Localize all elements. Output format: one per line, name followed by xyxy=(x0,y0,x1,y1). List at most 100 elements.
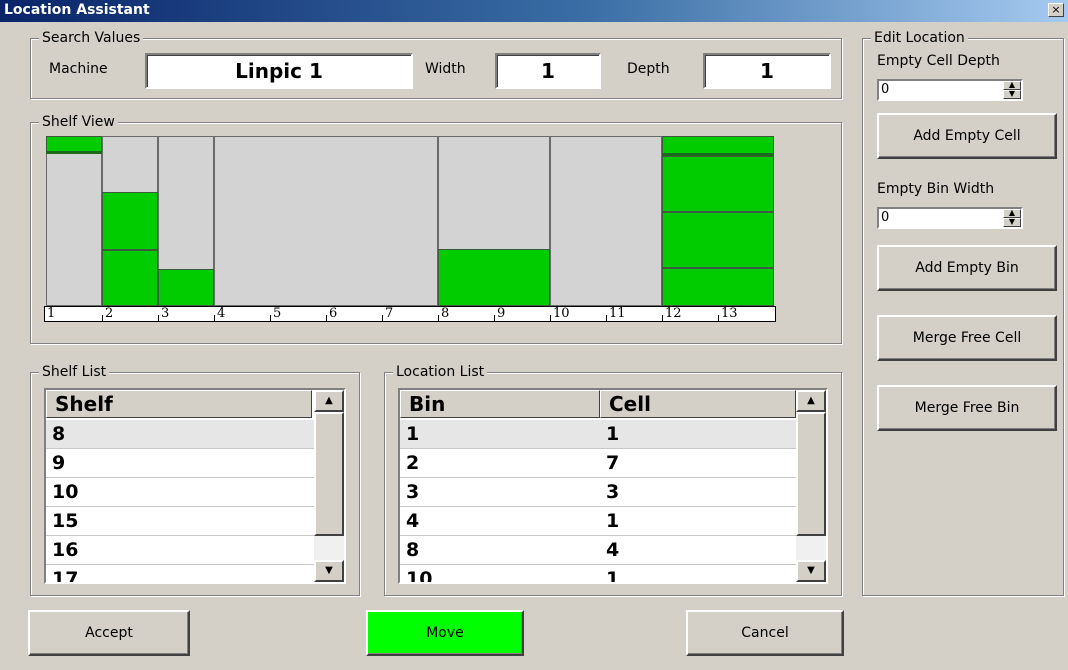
list-item[interactable]: 17 xyxy=(46,565,314,584)
axis-label: 3 xyxy=(161,306,170,321)
occupied-cell[interactable] xyxy=(158,269,214,306)
empty-bin-width-value: 0 xyxy=(881,210,890,225)
bin-cell: 1 xyxy=(406,423,420,445)
spin-down-icon[interactable]: ▼ xyxy=(1003,218,1021,227)
shelf-slot-4-7[interactable] xyxy=(214,136,438,306)
title-bar: Location Assistant × xyxy=(0,0,1068,22)
list-item[interactable]: 9 xyxy=(46,449,314,478)
machine-label: Machine xyxy=(49,61,108,77)
axis-label: 9 xyxy=(497,306,506,321)
axis-tick xyxy=(326,315,327,321)
location-list-legend: Location List xyxy=(393,363,488,381)
scroll-up-icon[interactable]: ▲ xyxy=(796,390,826,412)
move-button[interactable]: Move xyxy=(366,610,524,656)
table-row[interactable]: 4 1 xyxy=(400,507,796,536)
scroll-thumb[interactable] xyxy=(314,412,344,536)
bin-cell: 8 xyxy=(406,539,420,561)
shelf-view-legend: Shelf View xyxy=(39,113,118,131)
bin-cell: 3 xyxy=(406,481,420,503)
shelf-view-canvas[interactable] xyxy=(46,136,774,306)
bin-cell: 4 xyxy=(406,510,420,532)
empty-bin-width-spinner[interactable]: 0 ▲ ▼ xyxy=(877,207,1023,229)
axis-label: 11 xyxy=(609,306,626,321)
table-row[interactable]: 2 7 xyxy=(400,449,796,478)
bin-cell: 2 xyxy=(406,452,420,474)
shelf-cell: 16 xyxy=(52,539,79,561)
axis-tick xyxy=(382,315,383,321)
cell-cell: 4 xyxy=(606,539,620,561)
list-item[interactable]: 10 xyxy=(46,478,314,507)
table-row[interactable]: 1 1 xyxy=(400,420,796,449)
shelf-cell: 9 xyxy=(52,452,66,474)
axis-tick xyxy=(214,315,215,321)
empty-cell-depth-value: 0 xyxy=(881,82,890,97)
occupied-cell[interactable] xyxy=(102,192,158,250)
axis-label: 5 xyxy=(273,306,282,321)
axis-label: 2 xyxy=(105,306,114,321)
table-row[interactable]: 10 1 xyxy=(400,565,796,584)
shelf-cell: 8 xyxy=(52,423,66,445)
depth-field[interactable]: 1 xyxy=(703,53,831,89)
cell-cell: 1 xyxy=(606,568,620,584)
depth-label: Depth xyxy=(627,61,670,77)
width-field[interactable]: 1 xyxy=(495,53,601,89)
search-values-group: Search Values Machine Linpic 1 Width 1 D… xyxy=(30,29,842,99)
scroll-down-icon[interactable]: ▼ xyxy=(314,560,344,582)
cell-cell: 1 xyxy=(606,423,620,445)
occupied-cell[interactable] xyxy=(662,268,774,306)
shelf-list-scrollbar[interactable]: ▲ ▼ xyxy=(314,390,344,582)
occupied-cell[interactable] xyxy=(662,136,774,156)
scroll-down-icon[interactable]: ▼ xyxy=(796,560,826,582)
list-item[interactable]: 16 xyxy=(46,536,314,565)
location-list-scrollbar[interactable]: ▲ ▼ xyxy=(796,390,826,582)
cell-cell: 1 xyxy=(606,510,620,532)
occupied-cell[interactable] xyxy=(102,250,158,306)
close-icon[interactable]: × xyxy=(1048,3,1064,17)
scroll-up-icon[interactable]: ▲ xyxy=(314,390,344,412)
shelf-list-legend: Shelf List xyxy=(39,363,110,381)
empty-cell-depth-spinner[interactable]: 0 ▲ ▼ xyxy=(877,79,1023,101)
search-values-legend: Search Values xyxy=(39,29,144,47)
spin-down-icon[interactable]: ▼ xyxy=(1003,90,1021,99)
add-empty-cell-button[interactable]: Add Empty Cell xyxy=(877,113,1057,159)
shelf-list-grid[interactable]: Shelf 8 9 10 15 16 17 ▲ ▼ xyxy=(44,388,346,584)
cell-cell: 3 xyxy=(606,481,620,503)
edit-location-legend: Edit Location xyxy=(871,29,968,47)
axis-tick xyxy=(158,315,159,321)
axis-label: 7 xyxy=(385,306,394,321)
list-item[interactable]: 8 xyxy=(46,420,314,449)
occupied-cell[interactable] xyxy=(662,156,774,212)
shelf-slot-1[interactable] xyxy=(46,136,102,306)
table-row[interactable]: 3 3 xyxy=(400,478,796,507)
merge-free-bin-button[interactable]: Merge Free Bin xyxy=(877,385,1057,431)
merge-free-cell-button[interactable]: Merge Free Cell xyxy=(877,315,1057,361)
width-label: Width xyxy=(425,61,466,77)
bin-column-header[interactable]: Bin xyxy=(400,390,600,418)
axis-tick xyxy=(494,315,495,321)
shelf-column-header[interactable]: Shelf xyxy=(46,390,312,418)
scroll-thumb[interactable] xyxy=(796,412,826,536)
table-row[interactable]: 8 4 xyxy=(400,536,796,565)
machine-field[interactable]: Linpic 1 xyxy=(145,53,413,89)
cancel-button[interactable]: Cancel xyxy=(686,610,844,656)
occupied-cell[interactable] xyxy=(46,136,102,154)
shelf-cell: 15 xyxy=(52,510,79,532)
window-title: Location Assistant xyxy=(4,2,150,18)
empty-bin-width-label: Empty Bin Width xyxy=(877,181,995,197)
accept-button[interactable]: Accept xyxy=(28,610,190,656)
axis-tick xyxy=(662,315,663,321)
location-list-grid[interactable]: Bin Cell 1 1 2 7 3 3 4 1 8 4 10 1 ▲ ▼ xyxy=(398,388,828,584)
axis-tick xyxy=(550,315,551,321)
shelf-axis: 1 2 3 4 5 6 7 8 9 10 11 12 13 xyxy=(44,306,776,322)
occupied-cell[interactable] xyxy=(438,249,550,306)
axis-tick xyxy=(718,315,719,321)
shelf-slot-10-11[interactable] xyxy=(550,136,662,306)
add-empty-bin-button[interactable]: Add Empty Bin xyxy=(877,245,1057,291)
cell-column-header[interactable]: Cell xyxy=(600,390,796,418)
bin-cell: 10 xyxy=(406,568,433,584)
edit-location-group: Edit Location Empty Cell Depth 0 ▲ ▼ Add … xyxy=(862,29,1064,596)
list-item[interactable]: 15 xyxy=(46,507,314,536)
axis-label: 6 xyxy=(329,306,338,321)
shelf-cell: 17 xyxy=(52,568,79,584)
occupied-cell[interactable] xyxy=(662,212,774,268)
